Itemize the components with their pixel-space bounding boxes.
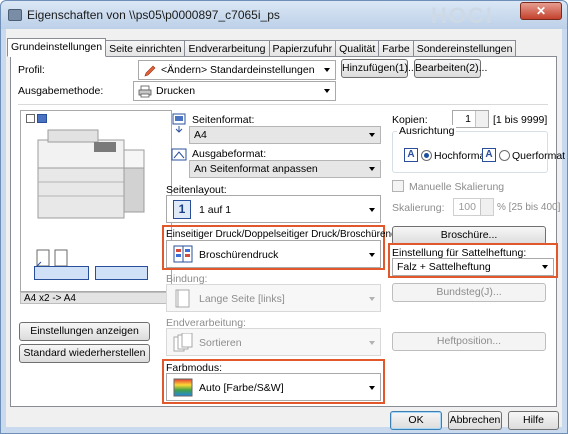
- output-format-label: Ausgabeformat:: [192, 148, 267, 160]
- ok-button[interactable]: OK: [390, 411, 442, 430]
- profile-label: Profil:: [18, 64, 45, 76]
- title-bar: Eigenschaften von \\ps05\p0000897_c7065i…: [1, 1, 567, 29]
- booklet-icon: [173, 245, 193, 263]
- output-format-icon: [171, 148, 187, 161]
- manual-scaling-checkbox[interactable]: [392, 180, 404, 192]
- page-layout-select[interactable]: 1 1 auf 1: [166, 195, 381, 223]
- tab-farbe[interactable]: Farbe: [378, 40, 414, 57]
- tab-endverarbeitung[interactable]: Endverarbeitung: [184, 40, 270, 57]
- profile-select[interactable]: <Ändern> Standardeinstellungen: [138, 60, 336, 80]
- printer-icon: [8, 9, 22, 21]
- color-gradient-icon: [173, 378, 193, 397]
- binding-icon: [175, 289, 190, 308]
- preview-mode-icon[interactable]: [26, 114, 35, 123]
- preview-mode-icon[interactable]: [37, 114, 47, 123]
- output-format-value: An Seitenformat anpassen: [194, 163, 318, 175]
- printer-device-icon: [37, 129, 145, 219]
- chevron-down-icon: [369, 253, 375, 257]
- output-method-value: Drucken: [156, 85, 196, 97]
- copies-value: 1: [465, 113, 471, 125]
- manual-scaling-label: Manuelle Skalierung: [409, 181, 505, 193]
- spin-arrows-icon[interactable]: [475, 111, 488, 127]
- output-format-select[interactable]: An Seitenformat anpassen: [189, 160, 381, 178]
- gutter-button[interactable]: Bundsteg(J)...: [392, 283, 546, 302]
- landscape-radio[interactable]: [499, 150, 510, 161]
- landscape-label: Querformat: [512, 150, 566, 162]
- page-layout-value: 1 auf 1: [199, 204, 232, 216]
- chevron-down-icon: [369, 341, 375, 345]
- restore-defaults-button[interactable]: Standard wiederherstellen: [19, 344, 150, 363]
- close-button[interactable]: ✕: [520, 2, 562, 20]
- title-bar-decoration: HOCI: [431, 3, 494, 28]
- chevron-down-icon: [369, 133, 375, 137]
- chevron-down-icon: [324, 89, 330, 93]
- tab-strip: Grundeinstellungen Seite einrichten Endver…: [7, 38, 517, 57]
- chevron-down-icon: [369, 208, 375, 212]
- color-mode-select[interactable]: Auto [Farbe/S&W]: [166, 373, 381, 401]
- page-layout-number-icon: 1: [173, 200, 191, 219]
- tab-seite-einrichten[interactable]: Seite einrichten: [105, 40, 186, 57]
- collate-icon: [173, 333, 193, 352]
- portrait-icon: A: [404, 148, 418, 162]
- page-format-select[interactable]: A4: [189, 126, 381, 144]
- page-format-value: A4: [194, 129, 207, 141]
- copies-range: [1 bis 9999]: [493, 114, 548, 126]
- edit-profile-button[interactable]: Bearbeiten(2)...: [414, 59, 487, 78]
- chevron-down-icon: [324, 68, 330, 72]
- show-settings-button[interactable]: Einstellungen anzeigen: [19, 322, 150, 341]
- saddle-stitch-select[interactable]: Falz + Sattelheftung: [392, 258, 554, 276]
- chevron-down-icon: [369, 386, 375, 390]
- window-title: Eigenschaften von \\ps05\p0000897_c7065i…: [27, 8, 280, 22]
- printer-icon: [138, 85, 152, 98]
- scaling-spinner[interactable]: 100: [453, 198, 494, 216]
- tab-sondereinstellungen[interactable]: Sondereinstellungen: [412, 40, 517, 57]
- saddle-stitch-value: Falz + Sattelheftung: [397, 261, 491, 273]
- duplex-select[interactable]: Broschürendruck: [166, 240, 381, 268]
- duplex-label: Einseitiger Druck/Doppelseitiger Druck/B…: [166, 229, 419, 240]
- output-method-label: Ausgabemethode:: [18, 85, 104, 97]
- cancel-button[interactable]: Abbrechen: [448, 411, 502, 430]
- add-profile-button[interactable]: Hinzufügen(1)...: [341, 59, 417, 78]
- page-size-icon: [172, 113, 186, 133]
- output-method-select[interactable]: Drucken: [133, 81, 336, 101]
- help-button[interactable]: Hilfe: [508, 411, 559, 430]
- copies-spinner[interactable]: 1: [452, 110, 489, 128]
- chevron-down-icon: [542, 265, 548, 269]
- separator: [18, 104, 548, 105]
- scaling-range: % [25 bis 400]: [497, 202, 561, 213]
- finishing-select[interactable]: Sortieren: [166, 328, 381, 356]
- preview-caption: A4 x2 -> A4: [24, 293, 76, 304]
- spin-arrows-icon[interactable]: [480, 199, 493, 215]
- finishing-value: Sortieren: [199, 337, 242, 349]
- scaling-value: 100: [458, 201, 476, 213]
- tab-grundeinstellungen[interactable]: Grundeinstellungen: [7, 38, 107, 57]
- chevron-down-icon: [369, 297, 375, 301]
- binding-select[interactable]: Lange Seite [links]: [166, 284, 381, 312]
- layout-preview-icon: [95, 266, 148, 280]
- page-format-label: Seitenformat:: [192, 114, 255, 126]
- landscape-icon: A: [482, 148, 496, 162]
- orientation-label: Ausrichtung: [397, 125, 457, 137]
- tab-papierzufuhr[interactable]: Papierzufuhr: [268, 40, 337, 57]
- binding-value: Lange Seite [links]: [199, 293, 285, 305]
- pencil-icon: [144, 65, 156, 77]
- portrait-radio[interactable]: [421, 150, 432, 161]
- duplex-value: Broschürendruck: [199, 249, 279, 261]
- booklet-preview-icon: [34, 266, 89, 280]
- staple-position-button[interactable]: Heftposition...: [392, 332, 546, 351]
- profile-value: <Ändern> Standardeinstellungen: [161, 64, 315, 76]
- tab-qualitaet[interactable]: Qualität: [335, 40, 380, 57]
- scaling-label: Skalierung:: [392, 202, 445, 214]
- color-mode-value: Auto [Farbe/S&W]: [199, 382, 284, 394]
- chevron-down-icon: [369, 167, 375, 171]
- portrait-label: Hochformat: [434, 150, 489, 162]
